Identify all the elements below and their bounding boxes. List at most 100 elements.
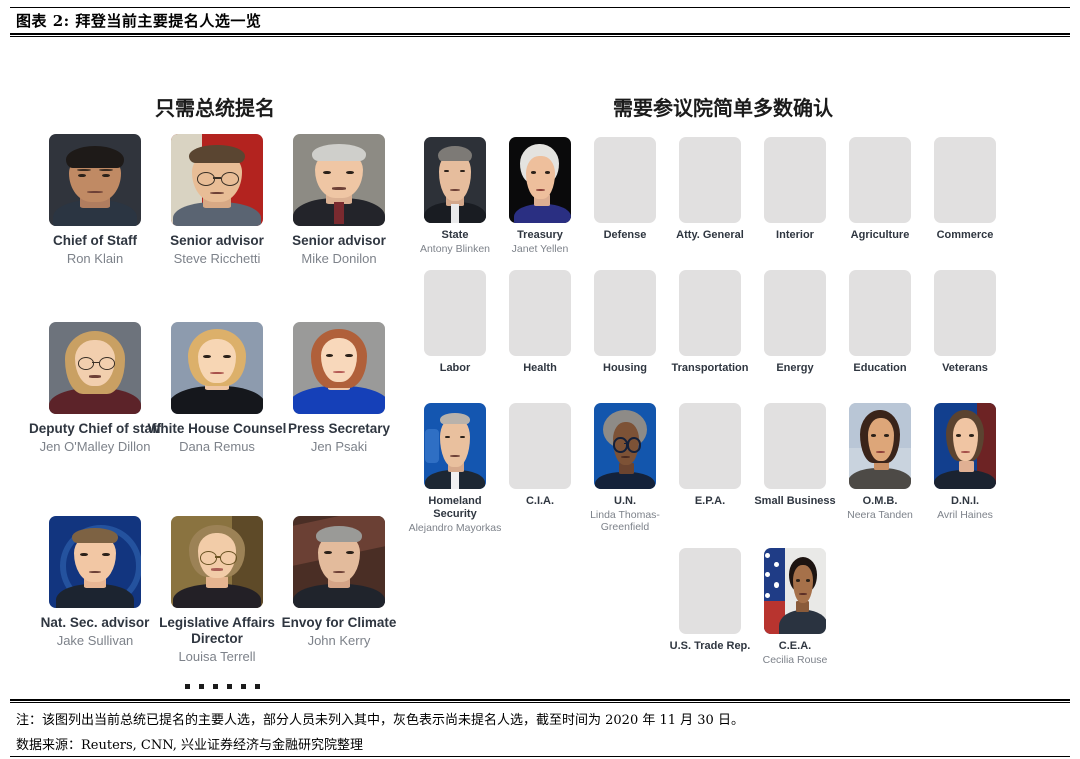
title-rule-top xyxy=(10,7,1070,8)
nominee-card[interactable]: C.E.A. Cecilia Rouse xyxy=(747,548,843,666)
nominee-title: Interior xyxy=(776,229,814,241)
nominee-card[interactable]: Health xyxy=(492,270,588,376)
nominee-card[interactable]: Education xyxy=(832,270,928,376)
portrait-placeholder xyxy=(934,137,996,223)
portrait-louisa-terrell xyxy=(171,516,263,608)
nominee-title: Health xyxy=(523,362,557,374)
title-rule-thin xyxy=(10,36,1070,37)
nominee-title: Defense xyxy=(603,229,647,241)
portrait-steve-ricchetti xyxy=(171,134,263,226)
appointee-name: Mike Donilon xyxy=(301,250,377,266)
portrait-jake-sullivan xyxy=(49,516,141,608)
footer-bottom-rule xyxy=(10,756,1070,757)
portrait-alejandro-mayorkas xyxy=(424,403,486,489)
appointee-title: Chief of Staff xyxy=(53,233,137,248)
appointee-name: Steve Ricchetti xyxy=(173,250,261,266)
nominee-title: Atty. General xyxy=(676,229,744,241)
nominee-title: Veterans xyxy=(942,362,988,374)
nominee-title: Agriculture xyxy=(850,229,910,241)
portrait-antony-blinken xyxy=(424,137,486,223)
portrait-mike-donilon xyxy=(293,134,385,226)
nominee-card[interactable]: Small Business xyxy=(747,403,843,509)
portrait-placeholder xyxy=(849,270,911,356)
nominee-card[interactable]: Homeland Security Alejandro Mayorkas xyxy=(407,403,503,534)
nominee-title: Commerce xyxy=(936,229,994,241)
section-header-presidential: 只需总统提名 xyxy=(155,98,275,120)
portrait-placeholder xyxy=(679,403,741,489)
nominee-card[interactable]: Defense xyxy=(577,137,673,243)
nominee-title: Housing xyxy=(603,362,647,374)
nominee-name: Neera Tanden xyxy=(847,508,913,521)
nominee-card[interactable]: Energy xyxy=(747,270,843,376)
appointee-card[interactable]: Senior advisor Mike Donilon xyxy=(264,134,414,266)
portrait-john-kerry xyxy=(293,516,385,608)
portrait-placeholder xyxy=(764,270,826,356)
nominee-title: C.E.A. xyxy=(778,640,812,652)
nominee-card[interactable]: Transportation xyxy=(662,270,758,376)
portrait-placeholder xyxy=(594,137,656,223)
portrait-placeholder xyxy=(764,137,826,223)
appointee-card[interactable]: Envoy for Climate John Kerry xyxy=(264,516,414,648)
nominee-card[interactable]: Veterans xyxy=(917,270,1013,376)
nominee-title: C.I.A. xyxy=(525,495,555,507)
ellipsis-dot xyxy=(255,684,260,689)
portrait-linda-thomas-greenfield xyxy=(594,403,656,489)
appointee-title: Senior advisor xyxy=(292,233,386,248)
footer-rule-thick xyxy=(10,699,1070,701)
nominee-card[interactable]: U.S. Trade Rep. xyxy=(662,548,758,654)
nominee-card[interactable]: Atty. General xyxy=(662,137,758,243)
ellipsis-indicator xyxy=(185,684,260,689)
nominee-title: Homeland Security xyxy=(428,495,482,520)
footer-rule-thin xyxy=(10,702,1070,703)
nominee-title: U.S. Trade Rep. xyxy=(669,640,751,652)
portrait-placeholder xyxy=(594,270,656,356)
portrait-dana-remus xyxy=(171,322,263,414)
nominee-title: Education xyxy=(853,362,907,374)
nominee-name: Antony Blinken xyxy=(419,242,491,255)
appointee-title: Senior advisor xyxy=(170,233,264,248)
nominee-title: Energy xyxy=(776,362,814,374)
nominee-name: Cecilia Rouse xyxy=(762,653,828,666)
nominee-name: Linda Thomas-Greenfield xyxy=(590,508,660,534)
appointee-title: Press Secretary xyxy=(287,421,391,436)
nominee-title: State xyxy=(441,229,469,241)
footnote-note: 注：该图列出当前总统已提名的主要人选，部分人员未列入其中，灰色表示尚未提名人选，… xyxy=(16,713,744,728)
title-rule-thick xyxy=(10,33,1070,35)
nominee-card[interactable]: U.N. Linda Thomas-Greenfield xyxy=(577,403,673,534)
portrait-placeholder xyxy=(764,403,826,489)
portrait-jen-omalley-dillon xyxy=(49,322,141,414)
nominee-card[interactable]: D.N.I. Avril Haines xyxy=(917,403,1013,521)
appointee-name: Dana Remus xyxy=(179,438,255,454)
section-header-senate: 需要参议院简单多数确认 xyxy=(613,98,833,120)
nominee-card[interactable]: Agriculture xyxy=(832,137,928,243)
nominee-title: Small Business xyxy=(754,495,836,507)
ellipsis-dot xyxy=(227,684,232,689)
nominee-card[interactable]: E.P.A. xyxy=(662,403,758,509)
nominee-card[interactable]: Treasury Janet Yellen xyxy=(492,137,588,255)
nominee-card[interactable]: Interior xyxy=(747,137,843,243)
ellipsis-dot xyxy=(199,684,204,689)
nominee-title: U.N. xyxy=(614,495,636,507)
nominee-card[interactable]: C.I.A. xyxy=(492,403,588,509)
portrait-janet-yellen xyxy=(509,137,571,223)
portrait-placeholder xyxy=(424,270,486,356)
appointee-card[interactable]: Press Secretary Jen Psaki xyxy=(264,322,414,454)
portrait-ron-klain xyxy=(49,134,141,226)
nominee-title: E.P.A. xyxy=(694,495,726,507)
portrait-placeholder xyxy=(679,270,741,356)
appointee-name: Jen Psaki xyxy=(310,438,368,454)
footnote-source: 数据来源：Reuters, CNN, 兴业证券经济与金融研究院整理 xyxy=(16,738,364,753)
ellipsis-dot xyxy=(213,684,218,689)
portrait-placeholder xyxy=(509,270,571,356)
nominee-card[interactable]: Labor xyxy=(407,270,503,376)
nominee-card[interactable]: State Antony Blinken xyxy=(407,137,503,255)
appointee-name: Jake Sullivan xyxy=(56,632,134,648)
portrait-cecilia-rouse xyxy=(764,548,826,634)
portrait-placeholder xyxy=(934,270,996,356)
portrait-jen-psaki xyxy=(293,322,385,414)
nominee-card[interactable]: Housing xyxy=(577,270,673,376)
nominee-name: Avril Haines xyxy=(937,508,993,521)
nominee-card[interactable]: O.M.B. Neera Tanden xyxy=(832,403,928,521)
nominee-name: Alejandro Mayorkas xyxy=(408,521,502,534)
nominee-card[interactable]: Commerce xyxy=(917,137,1013,243)
